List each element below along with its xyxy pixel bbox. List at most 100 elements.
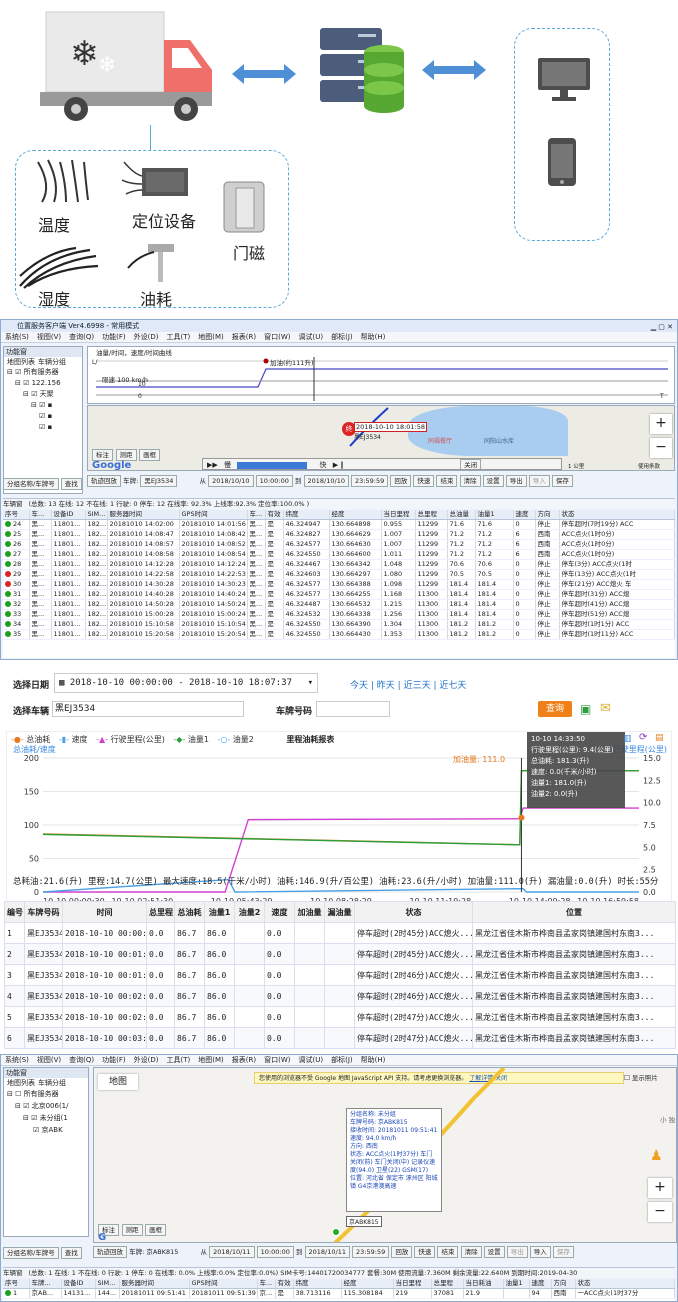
playback-button[interactable]: 回放 xyxy=(391,1246,413,1258)
menu-item[interactable]: 外设(D) xyxy=(134,1056,159,1064)
menu-item[interactable]: 调试(U) xyxy=(299,333,324,341)
map-view[interactable]: 地图 您使用的浏览器不受 Google 地图 JavaScript API 支持… xyxy=(93,1067,677,1243)
menu-item[interactable]: 查询(Q) xyxy=(69,1056,94,1064)
legend-item[interactable]: -▲- 行驶里程(公里) xyxy=(96,735,165,744)
table-row[interactable]: 5黑EJ35342018-10-10 00:02:300.086.786.00.… xyxy=(4,1006,676,1028)
menu-item[interactable]: 系统(S) xyxy=(5,333,29,341)
map-view[interactable]: 终 2018-10-10 18:01:58 黑EJ3534 同福餐厅 同阳山水库… xyxy=(87,405,675,471)
tree-node-ip[interactable]: ⊟ ☑ 122.156 xyxy=(7,378,82,389)
three-days-link[interactable]: 近三天 xyxy=(404,681,431,691)
fast-button[interactable]: 快速 xyxy=(413,475,435,487)
box-select-button[interactable]: 画框 xyxy=(139,449,161,461)
vehicle-select[interactable]: 京ABK815 xyxy=(146,1248,178,1256)
save-button[interactable]: 保存 xyxy=(552,1246,574,1258)
tree-node[interactable]: ⊟ ☑ 天聚 xyxy=(7,389,82,400)
seven-days-link[interactable]: 近七天 xyxy=(439,681,466,691)
excel-export-icon[interactable]: ▣ xyxy=(580,702,591,716)
menu-item[interactable]: 窗口(W) xyxy=(264,333,290,341)
window-controls[interactable]: ▁ ▢ ✕ xyxy=(651,321,673,333)
vehicle-marker-icon[interactable] xyxy=(332,1228,340,1236)
legend-item[interactable]: -▮- 速度 xyxy=(59,735,88,744)
menu-item[interactable]: 地图(M) xyxy=(198,1056,224,1064)
import-button[interactable]: 导入 xyxy=(528,475,550,487)
mail-icon[interactable]: ✉ xyxy=(600,701,611,716)
playback-button[interactable]: 回放 xyxy=(390,475,412,487)
terms-link[interactable]: 使用条款 xyxy=(638,462,660,470)
clear-button[interactable]: 清除 xyxy=(459,475,481,487)
vehicle-input[interactable]: 黑EJ3534 xyxy=(52,701,244,717)
table-row[interactable]: 4黑EJ35342018-10-10 00:02:000.086.786.00.… xyxy=(4,985,676,1007)
table-row[interactable]: 32 黑... 11801... 182... 20181010 14:50:28 201… xyxy=(3,599,675,610)
menu-item[interactable]: 帮助(H) xyxy=(361,1056,386,1064)
measure-button[interactable]: 测距 xyxy=(121,1224,143,1236)
table-row[interactable]: 24 黑... 11801... 182... 20181010 14:02:00 201… xyxy=(3,519,675,530)
search-button[interactable]: 查找 xyxy=(60,1247,82,1259)
zoom-in-button[interactable]: + xyxy=(650,414,672,434)
tab-vehicle-group[interactable]: 车辆分组 xyxy=(38,1079,66,1087)
zoom-out-button[interactable]: − xyxy=(650,438,672,458)
tree-node[interactable]: ⊟ ☑ 北京006(1/ xyxy=(7,1100,88,1112)
time-to-input[interactable]: 23:59:59 xyxy=(352,1246,390,1258)
search-input[interactable]: 分组名称/车牌号 xyxy=(3,478,59,490)
tab-map-list[interactable]: 地图列表 xyxy=(7,1079,35,1087)
table-row[interactable]: 25 黑... 11801... 182... 20181010 14:08:47 201… xyxy=(3,529,675,540)
date-range-input[interactable]: ▦ 2018-10-10 00:00:00 - 2018-10-10 18:07… xyxy=(54,673,318,693)
menu-item[interactable]: 帮助(H) xyxy=(361,333,386,341)
tree-node[interactable]: ⊟ ☑ 未分组(1 xyxy=(7,1112,88,1124)
track-playback-button[interactable]: 轨迹回放 xyxy=(87,475,121,487)
box-select-button[interactable]: 画框 xyxy=(145,1224,167,1236)
menu-item[interactable]: 部标(J) xyxy=(331,333,353,341)
zoom-in-button[interactable]: + xyxy=(648,1178,672,1198)
tab-vehicle-group[interactable]: 车辆分组 xyxy=(38,358,66,366)
table-row[interactable]: 29 黑... 11801... 182... 20181010 14:22:58 201… xyxy=(3,569,675,580)
menu-item[interactable]: 外设(D) xyxy=(134,333,159,341)
today-link[interactable]: 今天 xyxy=(350,681,368,691)
tree-node[interactable]: ☑ ▪ xyxy=(7,422,82,433)
menu-item[interactable]: 功能(F) xyxy=(102,333,126,341)
table-row[interactable]: 6黑EJ35342018-10-10 00:03:000.086.786.00.… xyxy=(4,1027,676,1049)
save-button[interactable]: 保存 xyxy=(551,475,573,487)
zoom-out-button[interactable]: − xyxy=(648,1202,672,1222)
export-button[interactable]: 导出 xyxy=(506,1246,528,1258)
legend-item[interactable]: -○- 油量2 xyxy=(217,735,253,744)
speed-slider[interactable] xyxy=(237,461,308,469)
time-from-input[interactable]: 10:00:00 xyxy=(255,475,293,487)
menu-item[interactable]: 工具(T) xyxy=(167,1056,191,1064)
track-playback-button[interactable]: 轨迹回放 xyxy=(93,1246,127,1258)
street-view-icon[interactable]: ♟ xyxy=(650,1148,663,1164)
tab-map-list[interactable]: 地图列表 xyxy=(7,358,35,366)
plate-input[interactable] xyxy=(316,701,390,717)
tree-node[interactable]: ⊟ ☑ ▪ xyxy=(7,400,82,411)
export-button[interactable]: 导出 xyxy=(505,475,527,487)
menu-item[interactable]: 查询(Q) xyxy=(69,333,94,341)
menu-item[interactable]: 视图(V) xyxy=(37,333,61,341)
menu-item[interactable]: 调试(U) xyxy=(299,1056,324,1064)
tree-node[interactable]: ☑ ▪ xyxy=(7,411,82,422)
menu-item[interactable]: 窗口(W) xyxy=(264,1056,290,1064)
table-row[interactable]: 3黑EJ35342018-10-10 00:01:300.086.786.00.… xyxy=(4,964,676,986)
table-row[interactable]: 26 黑... 11801... 182... 20181010 14:08:57 201… xyxy=(3,539,675,550)
close-button[interactable]: 关闭 xyxy=(460,459,482,469)
query-button[interactable]: 查询 xyxy=(538,701,572,717)
search-input[interactable]: 分组名称/车牌号 xyxy=(3,1247,59,1259)
legend-item[interactable]: -●- 总油耗 xyxy=(11,735,50,744)
vehicle-select[interactable]: 黑EJ3534 xyxy=(140,475,178,487)
date-to-input[interactable]: 2018/10/11 xyxy=(304,1246,350,1258)
end-button[interactable]: 结束 xyxy=(437,1246,459,1258)
table-row[interactable]: 1 京AB... 14131... 144... 20181011 09:51:41 20… xyxy=(3,1288,675,1299)
table-row[interactable]: 27 黑... 11801... 182... 20181010 14:08:58 201… xyxy=(3,549,675,560)
menu-item[interactable]: 系统(S) xyxy=(5,1056,29,1064)
play-button[interactable]: ▶ ‖ xyxy=(333,461,344,469)
menu-item[interactable]: 报表(R) xyxy=(232,1056,256,1064)
table-row[interactable]: 34 黑... 11801... 182... 20181010 15:10:58 201… xyxy=(3,619,675,630)
menu-item[interactable]: 部标(J) xyxy=(331,1056,353,1064)
table-row[interactable]: 30 黑... 11801... 182... 20181010 14:30:28 201… xyxy=(3,579,675,590)
menu-item[interactable]: 工具(T) xyxy=(167,333,191,341)
date-from-input[interactable]: 2018/10/11 xyxy=(209,1246,255,1258)
time-to-input[interactable]: 23:59:59 xyxy=(351,475,389,487)
end-button[interactable]: 结束 xyxy=(436,475,458,487)
table-row[interactable]: 31 黑... 11801... 182... 20181010 14:40:28 201… xyxy=(3,589,675,600)
import-button[interactable]: 导入 xyxy=(529,1246,551,1258)
fast-button[interactable]: 快速 xyxy=(414,1246,436,1258)
search-button[interactable]: 查找 xyxy=(60,478,82,490)
